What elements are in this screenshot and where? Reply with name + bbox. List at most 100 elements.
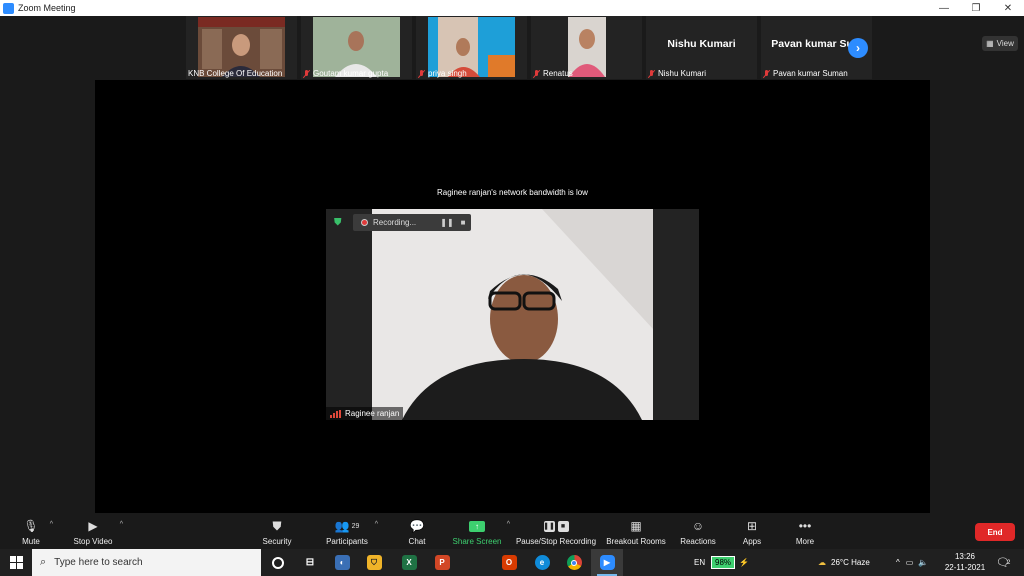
mic-muted-icon bbox=[763, 69, 770, 78]
chevron-up-icon[interactable]: ^ bbox=[896, 558, 900, 567]
participant-name: Renatus bbox=[533, 69, 573, 78]
taskbar-search-box[interactable]: ⌕ Type here to search bbox=[32, 549, 261, 576]
participant-video bbox=[313, 17, 400, 77]
language-indicator[interactable]: EN bbox=[694, 549, 705, 576]
taskbar-app-office[interactable]: O bbox=[493, 549, 525, 576]
speaker-name-label: Raginee ranjan bbox=[326, 407, 404, 420]
edge-app-icon: e bbox=[534, 555, 550, 570]
photos-app-icon: ◐ bbox=[334, 555, 350, 570]
share-screen-icon: ↑ bbox=[469, 519, 485, 533]
start-button[interactable] bbox=[0, 549, 32, 576]
taskbar-clock[interactable]: 13:26 22-11-2021 bbox=[940, 551, 990, 573]
more-button[interactable]: ••• More bbox=[794, 513, 816, 549]
next-page-button[interactable]: › bbox=[848, 38, 868, 58]
mic-muted-icon bbox=[533, 69, 540, 78]
participant-tile[interactable]: KNB College Of Education bbox=[186, 16, 297, 79]
pause-stop-recording-button[interactable]: ❚❚ ■ Pause/Stop Recording bbox=[515, 513, 597, 549]
security-button[interactable]: ⛊ Security bbox=[262, 513, 292, 549]
mute-button[interactable]: 🎙 Mute ^ bbox=[18, 513, 53, 549]
notification-center-button[interactable]: 🗨 2 bbox=[996, 549, 1010, 576]
stop-recording-icon[interactable]: ■ bbox=[455, 214, 471, 231]
main-video-area: Raginee ranjan's network bandwidth is lo… bbox=[95, 80, 930, 514]
speaker-video bbox=[372, 209, 653, 420]
taskbar-app-photos[interactable]: ◐ bbox=[326, 549, 358, 576]
battery-indicator[interactable]: 98% ⚡ bbox=[711, 549, 749, 576]
reactions-button[interactable]: ☺ Reactions bbox=[680, 513, 716, 549]
bandwidth-notice: Raginee ranjan's network bandwidth is lo… bbox=[437, 188, 588, 197]
search-icon: ⌕ bbox=[40, 556, 47, 568]
network-icon[interactable]: ▭ bbox=[906, 558, 914, 567]
smiley-icon: ☺ bbox=[691, 519, 705, 533]
taskbar-app-edge[interactable]: e bbox=[526, 549, 558, 576]
share-options-caret[interactable]: ^ bbox=[507, 521, 510, 528]
participant-video bbox=[543, 17, 630, 77]
apps-button[interactable]: ⊞ Apps bbox=[741, 513, 763, 549]
search-placeholder: Type here to search bbox=[54, 557, 143, 568]
window-title-bar: Zoom Meeting — ❐ ✕ bbox=[0, 0, 1024, 16]
active-speaker-tile[interactable]: ⛊ Recording... ❚❚ ■ Raginee ranjan bbox=[326, 209, 699, 420]
taskbar-app-powerpoint[interactable]: P bbox=[426, 549, 458, 576]
participant-strip: KNB College Of Education Goutam kumar gu… bbox=[186, 16, 876, 79]
taskbar-app-excel[interactable]: X bbox=[393, 549, 425, 576]
office-app-icon: O bbox=[501, 555, 517, 570]
zoom-app-icon: ▶ bbox=[599, 555, 615, 570]
cortana-button[interactable] bbox=[262, 549, 294, 576]
excel-app-icon: X bbox=[401, 555, 417, 570]
participants-count: 29 bbox=[351, 522, 360, 530]
close-button[interactable]: ✕ bbox=[992, 0, 1024, 16]
participant-name: Pavan kumar Suman bbox=[763, 69, 848, 78]
apps-icon: ⊞ bbox=[746, 519, 758, 533]
video-camera-icon: ▶ bbox=[88, 519, 98, 533]
participants-icon: 👥 29 bbox=[334, 519, 360, 533]
participants-options-caret[interactable]: ^ bbox=[375, 521, 378, 528]
taskbar-app-chrome[interactable] bbox=[558, 549, 590, 576]
microphone-icon: 🎙 bbox=[23, 519, 39, 533]
participant-tile[interactable]: Nishu Kumari Nishu Kumari bbox=[646, 16, 757, 79]
powerpoint-app-icon: P bbox=[434, 555, 450, 570]
task-view-button[interactable]: ⊟ bbox=[294, 549, 326, 576]
windows-logo-icon bbox=[9, 556, 23, 569]
minimize-button[interactable]: — bbox=[928, 0, 960, 16]
chat-button[interactable]: 💬 Chat bbox=[406, 513, 428, 549]
end-meeting-button[interactable]: End bbox=[975, 523, 1015, 541]
mic-muted-icon bbox=[418, 69, 425, 78]
weather-widget[interactable]: ☁ 26°C Haze bbox=[818, 549, 870, 576]
breakout-rooms-icon: ▦ bbox=[630, 519, 642, 533]
clock-date: 22-11-2021 bbox=[944, 563, 986, 572]
participant-display-name: Nishu Kumari bbox=[667, 38, 736, 50]
participants-button[interactable]: 👥 29 Participants ^ bbox=[325, 513, 378, 549]
view-button-label: View bbox=[996, 39, 1014, 48]
chrome-app-icon bbox=[566, 555, 582, 570]
signal-strength-icon bbox=[330, 409, 342, 418]
taskbar-app-zoom[interactable]: ▶ bbox=[591, 549, 623, 576]
window-title: Zoom Meeting bbox=[18, 3, 76, 13]
participant-name: priya singh bbox=[418, 69, 467, 78]
meeting-toolbar: 🎙 Mute ^ ▶ Stop Video ^ ⛊ Security 👥 29 P… bbox=[0, 513, 1024, 549]
stop-video-button[interactable]: ▶ Stop Video ^ bbox=[72, 513, 124, 549]
grid-view-icon: ▦ bbox=[986, 39, 994, 48]
speaker-video-frame bbox=[372, 209, 653, 420]
participant-tile[interactable]: Goutam kumar gupta bbox=[301, 16, 412, 79]
mute-options-caret[interactable]: ^ bbox=[50, 521, 53, 528]
chevron-right-icon: › bbox=[856, 41, 860, 55]
participant-video bbox=[198, 17, 285, 77]
video-options-caret[interactable]: ^ bbox=[120, 521, 123, 528]
participant-tile[interactable]: priya singh bbox=[416, 16, 527, 79]
share-screen-button[interactable]: ↑ Share Screen ^ bbox=[453, 513, 510, 549]
volume-icon[interactable]: 🔈 bbox=[918, 558, 928, 567]
participant-name: Nishu Kumari bbox=[648, 69, 706, 78]
taskbar-app-store[interactable]: ⛉ bbox=[358, 549, 390, 576]
participant-tile[interactable]: Renatus bbox=[531, 16, 642, 79]
restore-button[interactable]: ❐ bbox=[960, 0, 992, 16]
view-button[interactable]: ▦ View bbox=[982, 36, 1018, 51]
mic-muted-icon bbox=[648, 69, 655, 78]
pause-recording-icon[interactable]: ❚❚ bbox=[439, 214, 455, 231]
charging-plug-icon: ⚡ bbox=[739, 558, 749, 567]
breakout-rooms-button[interactable]: ▦ Breakout Rooms bbox=[606, 513, 666, 549]
task-view-icon: ⊟ bbox=[305, 557, 315, 568]
shield-icon: ⛊ bbox=[272, 518, 282, 533]
store-app-icon: ⛉ bbox=[366, 555, 382, 570]
battery-level: 98% bbox=[711, 556, 736, 569]
chat-icon: 💬 bbox=[409, 519, 425, 533]
tray-icons: ^ ▭ 🔈 bbox=[896, 549, 928, 576]
